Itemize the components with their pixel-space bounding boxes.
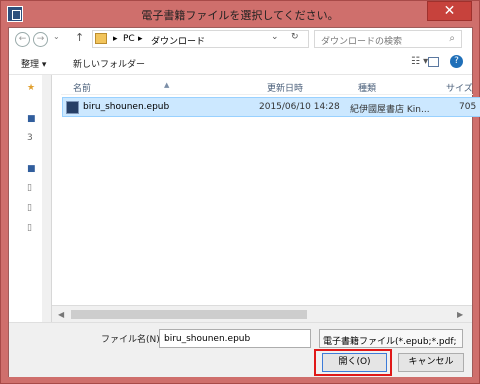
command-toolbar: 整理 ▾ 新しいフォルダー ☷ ▾ ?: [9, 51, 472, 75]
file-type: 紀伊國屋書店 Kin...: [350, 105, 430, 115]
close-button[interactable]: ✕: [427, 1, 472, 21]
breadcrumb-pc[interactable]: PC: [123, 34, 135, 44]
dialog-client-area: ← → ⌄ ↑ ▸ PC ▸ ダウンロード ⌄ ↻ ダウンロードの検索 ⌕ 整理…: [8, 27, 480, 377]
file-name: biru_shounen.epub: [83, 102, 170, 112]
search-placeholder: ダウンロードの検索: [321, 37, 403, 47]
file-row[interactable]: biru_shounen.epub 2015/06/10 14:28 紀伊國屋書…: [62, 97, 480, 117]
name-column-header[interactable]: 名前: [73, 81, 91, 94]
date-column-header[interactable]: 更新日時: [267, 81, 303, 94]
size-column-header[interactable]: サイズ: [446, 81, 473, 94]
file-open-dialog: 電子書籍ファイルを選択してください。 ✕ ← → ⌄ ↑ ▸ PC ▸ ダウンロ…: [0, 0, 480, 384]
address-dropdown-icon[interactable]: ⌄: [271, 32, 279, 42]
search-icon: ⌕: [449, 33, 455, 44]
scroll-right-icon[interactable]: ▶: [457, 310, 463, 319]
drive-icon[interactable]: ▯: [27, 203, 32, 213]
filename-dropdown-icon[interactable]: ⌄: [164, 334, 305, 343]
file-type-value: 電子書籍ファイル(*.epub;*.pdf;: [323, 337, 457, 347]
open-button[interactable]: 開く(O): [322, 353, 387, 372]
favorites-star-icon[interactable]: ★: [27, 83, 35, 93]
filename-input[interactable]: biru_shounen.epub ⌄: [159, 329, 311, 348]
file-selection-footer: ファイル名(N): biru_shounen.epub ⌄ 電子書籍ファイル(*…: [9, 322, 472, 377]
preview-pane-icon[interactable]: [428, 57, 439, 67]
file-list-pane: 名前 ▲ 更新日時 種類 サイズ biru_shounen.epub 2015/…: [52, 75, 480, 322]
help-icon[interactable]: ?: [450, 55, 463, 68]
navigation-item-icon[interactable]: 3: [27, 133, 33, 143]
horizontal-scrollbar[interactable]: ◀ ▶: [52, 305, 472, 322]
navigation-item-icon[interactable]: ■: [27, 114, 36, 124]
type-column-header[interactable]: 種類: [358, 81, 376, 94]
breadcrumb-separator-icon: ▸: [138, 34, 143, 44]
view-options-icon[interactable]: ☷ ▾: [411, 56, 428, 67]
drive-icon[interactable]: ▯: [27, 183, 32, 193]
epub-file-icon: [66, 101, 79, 114]
file-date: 2015/06/10 14:28: [259, 102, 340, 112]
breadcrumb-downloads[interactable]: ダウンロード: [151, 34, 205, 47]
forward-button[interactable]: →: [33, 32, 48, 47]
dialog-title: 電子書籍ファイルを選択してください。: [141, 9, 339, 22]
computer-icon[interactable]: ■: [27, 164, 36, 174]
folder-icon: [95, 33, 107, 44]
navigation-bar: ← → ⌄ ↑ ▸ PC ▸ ダウンロード ⌄ ↻ ダウンロードの検索 ⌕: [9, 28, 472, 51]
file-size: 705: [459, 102, 477, 112]
title-bar: 電子書籍ファイルを選択してください。 ✕: [1, 1, 479, 27]
back-button[interactable]: ←: [15, 32, 30, 47]
new-folder-button[interactable]: 新しいフォルダー: [73, 57, 145, 70]
sort-ascending-icon: ▲: [164, 81, 170, 89]
navigation-pane: ★ ■ 3 ■ ▯ ▯ ▯: [9, 75, 52, 322]
filename-label: ファイル名(N):: [101, 335, 163, 345]
up-folder-button[interactable]: ↑: [75, 31, 84, 44]
navigation-scrollbar[interactable]: [42, 75, 51, 322]
scrollbar-thumb[interactable]: [71, 310, 307, 319]
cancel-button[interactable]: キャンセル: [398, 353, 464, 372]
recent-locations-dropdown-icon[interactable]: ⌄: [53, 32, 60, 41]
file-list-header: 名前 ▲ 更新日時 種類 サイズ: [61, 78, 473, 95]
organize-menu[interactable]: 整理 ▾: [21, 57, 46, 70]
file-type-select[interactable]: 電子書籍ファイル(*.epub;*.pdf;: [319, 329, 463, 348]
scroll-left-icon[interactable]: ◀: [58, 310, 64, 319]
drive-icon[interactable]: ▯: [27, 223, 32, 233]
address-bar[interactable]: ▸ PC ▸ ダウンロード ⌄ ↻: [92, 30, 309, 48]
search-input[interactable]: ダウンロードの検索 ⌕: [314, 30, 462, 48]
refresh-icon[interactable]: ↻: [291, 32, 299, 42]
breadcrumb-separator-icon: ▸: [113, 34, 118, 44]
